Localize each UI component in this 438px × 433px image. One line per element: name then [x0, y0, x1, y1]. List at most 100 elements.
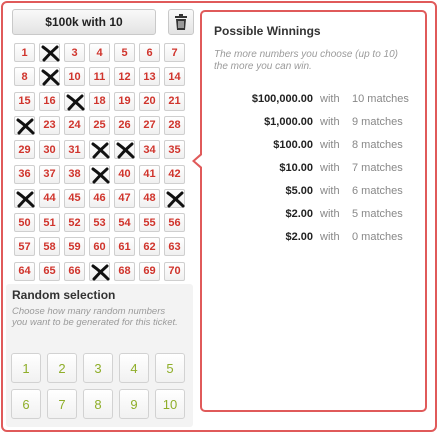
random-count-2-button[interactable]: 2: [47, 353, 77, 383]
number-52[interactable]: 52: [64, 213, 85, 233]
number-65[interactable]: 65: [39, 261, 60, 281]
number-32[interactable]: 32: [89, 140, 110, 160]
number-60[interactable]: 60: [89, 237, 110, 257]
winnings-title: Possible Winnings: [214, 24, 321, 38]
number-57[interactable]: 57: [14, 237, 35, 257]
prize-with-label: with: [320, 162, 340, 174]
number-47[interactable]: 47: [114, 188, 135, 208]
number-53[interactable]: 53: [89, 213, 110, 233]
number-15[interactable]: 15: [14, 91, 35, 111]
random-selection-title: Random selection: [12, 288, 116, 302]
number-41[interactable]: 41: [139, 164, 160, 184]
number-45[interactable]: 45: [64, 188, 85, 208]
prize-matches: 9 matches: [352, 116, 403, 128]
prize-amount: $100.00: [273, 139, 313, 151]
number-5[interactable]: 5: [114, 43, 135, 62]
number-33[interactable]: 33: [114, 140, 135, 160]
number-55[interactable]: 55: [139, 213, 160, 233]
number-4[interactable]: 4: [89, 43, 110, 62]
number-30[interactable]: 30: [39, 140, 60, 160]
number-56[interactable]: 56: [164, 213, 185, 233]
random-count-5-button[interactable]: 5: [155, 353, 185, 383]
trash-icon: [175, 14, 187, 30]
number-18[interactable]: 18: [89, 91, 110, 111]
prize-amount: $2.00: [285, 231, 313, 243]
number-24[interactable]: 24: [64, 115, 85, 135]
number-42[interactable]: 42: [164, 164, 185, 184]
number-67[interactable]: 67: [89, 261, 110, 281]
number-66[interactable]: 66: [64, 261, 85, 281]
random-count-7-button[interactable]: 7: [47, 389, 77, 419]
random-count-9-button[interactable]: 9: [119, 389, 149, 419]
number-38[interactable]: 38: [64, 164, 85, 184]
random-selection-description: Choose how many random numbers you want …: [12, 306, 178, 328]
prize-row: $100,000.00 with 10 matches: [202, 93, 425, 107]
number-22[interactable]: 22: [14, 115, 35, 135]
number-59[interactable]: 59: [64, 237, 85, 257]
prize-with-label: with: [320, 185, 340, 197]
number-49[interactable]: 49: [164, 188, 185, 208]
prize-matches: 10 matches: [352, 93, 409, 105]
number-70[interactable]: 70: [164, 261, 185, 281]
number-31[interactable]: 31: [64, 140, 85, 160]
number-3[interactable]: 3: [64, 43, 85, 62]
number-44[interactable]: 44: [39, 188, 60, 208]
prize-row: $2.00 with 0 matches: [202, 231, 425, 245]
number-48[interactable]: 48: [139, 188, 160, 208]
number-14[interactable]: 14: [164, 67, 185, 87]
number-46[interactable]: 46: [89, 188, 110, 208]
number-2[interactable]: 2: [39, 43, 60, 62]
number-68[interactable]: 68: [114, 261, 135, 281]
number-39[interactable]: 39: [89, 164, 110, 184]
number-11[interactable]: 11: [89, 67, 110, 87]
number-40[interactable]: 40: [114, 164, 135, 184]
number-7[interactable]: 7: [164, 43, 185, 62]
prize-amount: $1,000.00: [264, 116, 313, 128]
number-36[interactable]: 36: [14, 164, 35, 184]
number-51[interactable]: 51: [39, 213, 60, 233]
number-10[interactable]: 10: [64, 67, 85, 87]
number-50[interactable]: 50: [14, 213, 35, 233]
number-9[interactable]: 9: [39, 67, 60, 87]
number-27[interactable]: 27: [139, 115, 160, 135]
number-28[interactable]: 28: [164, 115, 185, 135]
number-58[interactable]: 58: [39, 237, 60, 257]
number-34[interactable]: 34: [139, 140, 160, 160]
number-64[interactable]: 64: [14, 261, 35, 281]
number-61[interactable]: 61: [114, 237, 135, 257]
random-count-1-button[interactable]: 1: [11, 353, 41, 383]
number-6[interactable]: 6: [139, 43, 160, 62]
number-17[interactable]: 17: [64, 91, 85, 111]
number-26[interactable]: 26: [114, 115, 135, 135]
random-count-3-button[interactable]: 3: [83, 353, 113, 383]
number-25[interactable]: 25: [89, 115, 110, 135]
number-63[interactable]: 63: [164, 237, 185, 257]
number-8[interactable]: 8: [14, 67, 35, 87]
random-count-6-button[interactable]: 6: [11, 389, 41, 419]
clear-ticket-button[interactable]: [168, 9, 194, 35]
number-29[interactable]: 29: [14, 140, 35, 160]
number-35[interactable]: 35: [164, 140, 185, 160]
number-13[interactable]: 13: [139, 67, 160, 87]
picked-x-icon: [116, 142, 135, 159]
number-21[interactable]: 21: [164, 91, 185, 111]
number-54[interactable]: 54: [114, 213, 135, 233]
random-count-4-button[interactable]: 4: [119, 353, 149, 383]
number-69[interactable]: 69: [139, 261, 160, 281]
ticket-type-button[interactable]: $100k with 10: [12, 9, 156, 35]
number-20[interactable]: 20: [139, 91, 160, 111]
number-23[interactable]: 23: [39, 115, 60, 135]
winnings-subtitle: The more numbers you choose (up to 10) t…: [214, 49, 398, 72]
picked-x-icon: [91, 167, 110, 183]
random-count-8-button[interactable]: 8: [83, 389, 113, 419]
number-43[interactable]: 43: [14, 188, 35, 208]
picked-x-icon: [16, 191, 35, 208]
random-count-10-button[interactable]: 10: [155, 389, 185, 419]
number-37[interactable]: 37: [39, 164, 60, 184]
number-12[interactable]: 12: [114, 67, 135, 87]
prize-matches: 7 matches: [352, 162, 403, 174]
number-16[interactable]: 16: [39, 91, 60, 111]
number-19[interactable]: 19: [114, 91, 135, 111]
number-1[interactable]: 1: [14, 43, 35, 62]
number-62[interactable]: 62: [139, 237, 160, 257]
